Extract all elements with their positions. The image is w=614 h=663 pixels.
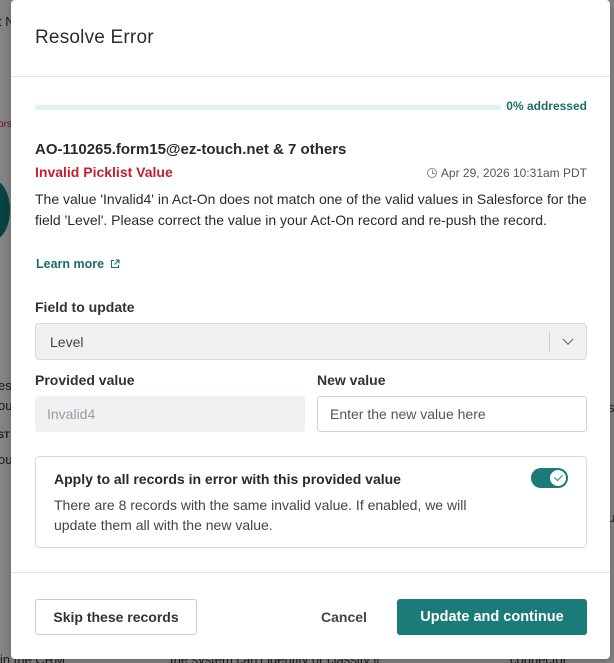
skip-records-button[interactable]: Skip these records (35, 599, 197, 635)
cancel-button[interactable]: Cancel (307, 599, 381, 635)
progress-row: 0% addressed (35, 99, 587, 115)
dialog-header: Resolve Error (11, 0, 610, 77)
resolve-error-dialog: Resolve Error 0% addressed AO-110265.for… (11, 0, 610, 659)
timestamp-text: Apr 29, 2026 10:31am PDT (440, 166, 587, 180)
apply-to-all-title: Apply to all records in error with this … (54, 471, 401, 487)
progress-bar (35, 105, 501, 110)
apply-to-all-description: There are 8 records with the same invali… (54, 497, 467, 533)
progress-label: 0% addressed (506, 99, 587, 113)
clock-icon (426, 168, 437, 178)
learn-more-link[interactable]: Learn more (36, 257, 120, 271)
field-to-update-label: Field to update (35, 299, 135, 315)
toggle-knob (550, 470, 566, 486)
error-description: The value 'Invalid4' in Act-On does not … (35, 191, 587, 228)
record-email: AO-110265.form15@ez-touch.net & 7 others (35, 141, 347, 158)
new-value-label: New value (317, 372, 386, 388)
provided-value-label: Provided value (35, 372, 135, 388)
field-to-update-select[interactable]: Level (35, 323, 587, 360)
error-timestamp: Apr 29, 2026 10:31am PDT (426, 166, 587, 180)
provided-value-field: Invalid4 (35, 396, 305, 432)
error-title: Invalid Picklist Value (35, 164, 173, 180)
external-link-icon (111, 259, 120, 269)
checkmark-icon (553, 471, 563, 482)
apply-to-all-card: Apply to all records in error with this … (35, 456, 587, 548)
field-to-update-value: Level (50, 333, 84, 350)
dialog-title: Resolve Error (35, 27, 154, 48)
new-value-input[interactable] (317, 396, 587, 432)
apply-to-all-toggle[interactable] (531, 468, 568, 488)
update-and-continue-button[interactable]: Update and continue (397, 599, 587, 635)
dialog-footer: Skip these records Cancel Update and con… (11, 572, 610, 659)
chevron-down-icon[interactable] (550, 333, 586, 346)
learn-more-label: Learn more (36, 257, 105, 271)
